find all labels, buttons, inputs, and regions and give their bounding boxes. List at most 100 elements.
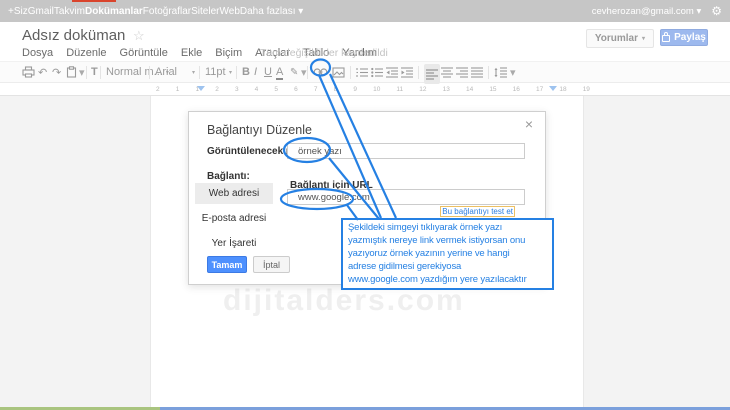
link-type-option[interactable]: Yer İşareti bbox=[195, 233, 273, 254]
menu-item[interactable]: Görüntüle bbox=[120, 47, 168, 59]
paint-format-caret-icon[interactable]: ▾ bbox=[79, 62, 85, 82]
toolbar: ↶ ↷ ▾ T Normal m... ▾ Arial ▾ 11pt ▾ B I… bbox=[0, 61, 730, 83]
google-topbar: +SizGmailTakvimDokümanlarFotoğraflarSite… bbox=[0, 0, 730, 22]
left-margin-marker[interactable] bbox=[197, 86, 205, 91]
italic-button[interactable]: I bbox=[254, 62, 257, 82]
align-right-button[interactable] bbox=[456, 62, 468, 82]
display-text-input[interactable] bbox=[287, 143, 525, 159]
link-section-label: Bağlantı: bbox=[207, 171, 250, 182]
toolbar-divider bbox=[86, 66, 87, 79]
ruler-number: 7 bbox=[314, 86, 318, 93]
ruler-number: 16 bbox=[513, 86, 520, 93]
bulleted-list-button[interactable] bbox=[371, 62, 383, 82]
save-status: Tüm değişiklikler kaydedildi bbox=[260, 47, 388, 59]
bold-button[interactable]: B bbox=[242, 62, 250, 82]
increase-indent-button[interactable] bbox=[401, 62, 413, 82]
line-spacing-button[interactable] bbox=[494, 62, 507, 82]
topbar-nav-item[interactable]: Gmail bbox=[28, 6, 54, 17]
clear-format-button[interactable]: T bbox=[91, 62, 98, 82]
text-color-button[interactable]: A bbox=[276, 65, 283, 80]
menu-item[interactable]: Düzenle bbox=[66, 47, 106, 59]
redo-button[interactable]: ↷ bbox=[52, 62, 61, 82]
comments-label: Yorumlar bbox=[595, 33, 638, 44]
topbar-nav-item[interactable]: Fotoğraflar bbox=[143, 6, 191, 17]
ruler-number: 12 bbox=[419, 86, 426, 93]
insert-image-button[interactable] bbox=[332, 62, 345, 82]
underline-button[interactable]: U bbox=[264, 62, 272, 82]
menu-item[interactable]: Biçim bbox=[215, 47, 242, 59]
cancel-button[interactable]: İptal bbox=[253, 256, 290, 273]
document-title[interactable]: Adsız doküman bbox=[22, 27, 125, 44]
account-menu[interactable]: cevherozan@gmail.com ▾ bbox=[592, 6, 701, 17]
ruler-number: 19 bbox=[583, 86, 590, 93]
lock-icon bbox=[662, 35, 670, 42]
menu-item[interactable]: Ekle bbox=[181, 47, 202, 59]
ruler-number: 8 bbox=[334, 86, 338, 93]
ruler-number: 5 bbox=[274, 86, 278, 93]
ruler-number: 2 bbox=[215, 86, 219, 93]
align-center-button[interactable] bbox=[441, 62, 453, 82]
chevron-down-icon: ▾ bbox=[229, 69, 232, 76]
font-size-dropdown[interactable]: 11pt ▾ bbox=[205, 62, 232, 82]
ruler-number: 18 bbox=[559, 86, 566, 93]
google-docs-window: +SizGmailTakvimDokümanlarFotoğraflarSite… bbox=[0, 0, 730, 410]
decrease-indent-button[interactable] bbox=[386, 62, 398, 82]
menu-item[interactable]: Dosya bbox=[22, 47, 53, 59]
close-icon[interactable]: × bbox=[525, 116, 533, 132]
align-left-button[interactable] bbox=[424, 64, 440, 84]
topbar-nav-item[interactable]: Dokümanlar bbox=[85, 6, 143, 17]
topbar-nav-item[interactable]: Takvim bbox=[54, 6, 85, 17]
ok-button[interactable]: Tamam bbox=[207, 256, 247, 273]
undo-button[interactable]: ↶ bbox=[38, 62, 47, 82]
topbar-nav-item[interactable]: Web bbox=[220, 6, 240, 17]
font-value: Arial bbox=[155, 66, 177, 78]
gear-icon[interactable]: ⚙ bbox=[711, 4, 722, 18]
topbar-nav-item[interactable]: +Siz bbox=[8, 6, 28, 17]
ruler-number: 6 bbox=[294, 86, 298, 93]
ruler-numbers: 2112345678910111213141516171819 bbox=[150, 84, 596, 95]
toolbar-divider bbox=[488, 66, 489, 79]
topbar-nav-item[interactable]: Daha fazlası ▾ bbox=[240, 6, 303, 17]
active-tab-indicator bbox=[72, 0, 116, 2]
test-link[interactable]: Bu bağlantıyı test et bbox=[440, 206, 515, 217]
share-button[interactable]: Paylaş bbox=[660, 29, 708, 46]
toolbar-divider bbox=[149, 66, 150, 79]
toolbar-divider bbox=[307, 66, 308, 79]
comments-button[interactable]: Yorumlar ▾ bbox=[586, 29, 654, 48]
ruler-number: 15 bbox=[489, 86, 496, 93]
print-button[interactable] bbox=[22, 62, 35, 82]
ruler-number: 14 bbox=[466, 86, 473, 93]
ruler-number: 3 bbox=[235, 86, 239, 93]
highlight-color-button[interactable]: ✎ bbox=[290, 62, 298, 82]
ruler-number: 13 bbox=[443, 86, 450, 93]
numbered-list-button[interactable] bbox=[356, 62, 368, 82]
toolbar-divider bbox=[350, 66, 351, 79]
share-label: Paylaş bbox=[674, 32, 706, 43]
link-type-option[interactable]: Web adresi bbox=[195, 183, 273, 204]
toolbar-divider bbox=[236, 66, 237, 79]
ruler-number: 9 bbox=[353, 86, 357, 93]
chevron-down-icon: ▾ bbox=[192, 69, 195, 76]
ruler[interactable]: 2112345678910111213141516171819 bbox=[0, 84, 730, 96]
font-size-value: 11pt bbox=[205, 66, 226, 78]
link-type-option[interactable]: E-posta adresi bbox=[195, 208, 273, 229]
ruler-number: 10 bbox=[373, 86, 380, 93]
toolbar-divider bbox=[199, 66, 200, 79]
right-margin-marker[interactable] bbox=[549, 86, 557, 91]
paint-format-button[interactable] bbox=[66, 62, 77, 82]
highlight-caret-icon[interactable]: ▾ bbox=[301, 62, 307, 82]
ruler-number: 1 bbox=[176, 86, 180, 93]
insert-link-button[interactable] bbox=[313, 62, 328, 82]
star-icon[interactable]: ☆ bbox=[133, 28, 145, 44]
toolbar-divider bbox=[100, 66, 101, 79]
topbar-nav-item[interactable]: Siteler bbox=[191, 6, 219, 17]
dialog-title: Bağlantıyı Düzenle bbox=[207, 123, 312, 137]
ruler-number: 4 bbox=[255, 86, 259, 93]
annotation-note: Şekildeki simgeyi tıklıyarak örnek yazı … bbox=[341, 218, 554, 290]
font-dropdown[interactable]: Arial ▾ bbox=[155, 62, 195, 82]
line-spacing-caret-icon[interactable]: ▾ bbox=[510, 62, 516, 82]
ruler-number: 11 bbox=[396, 86, 403, 93]
url-input[interactable] bbox=[287, 189, 525, 205]
ruler-number: 2 bbox=[156, 86, 160, 93]
align-justify-button[interactable] bbox=[471, 62, 483, 82]
